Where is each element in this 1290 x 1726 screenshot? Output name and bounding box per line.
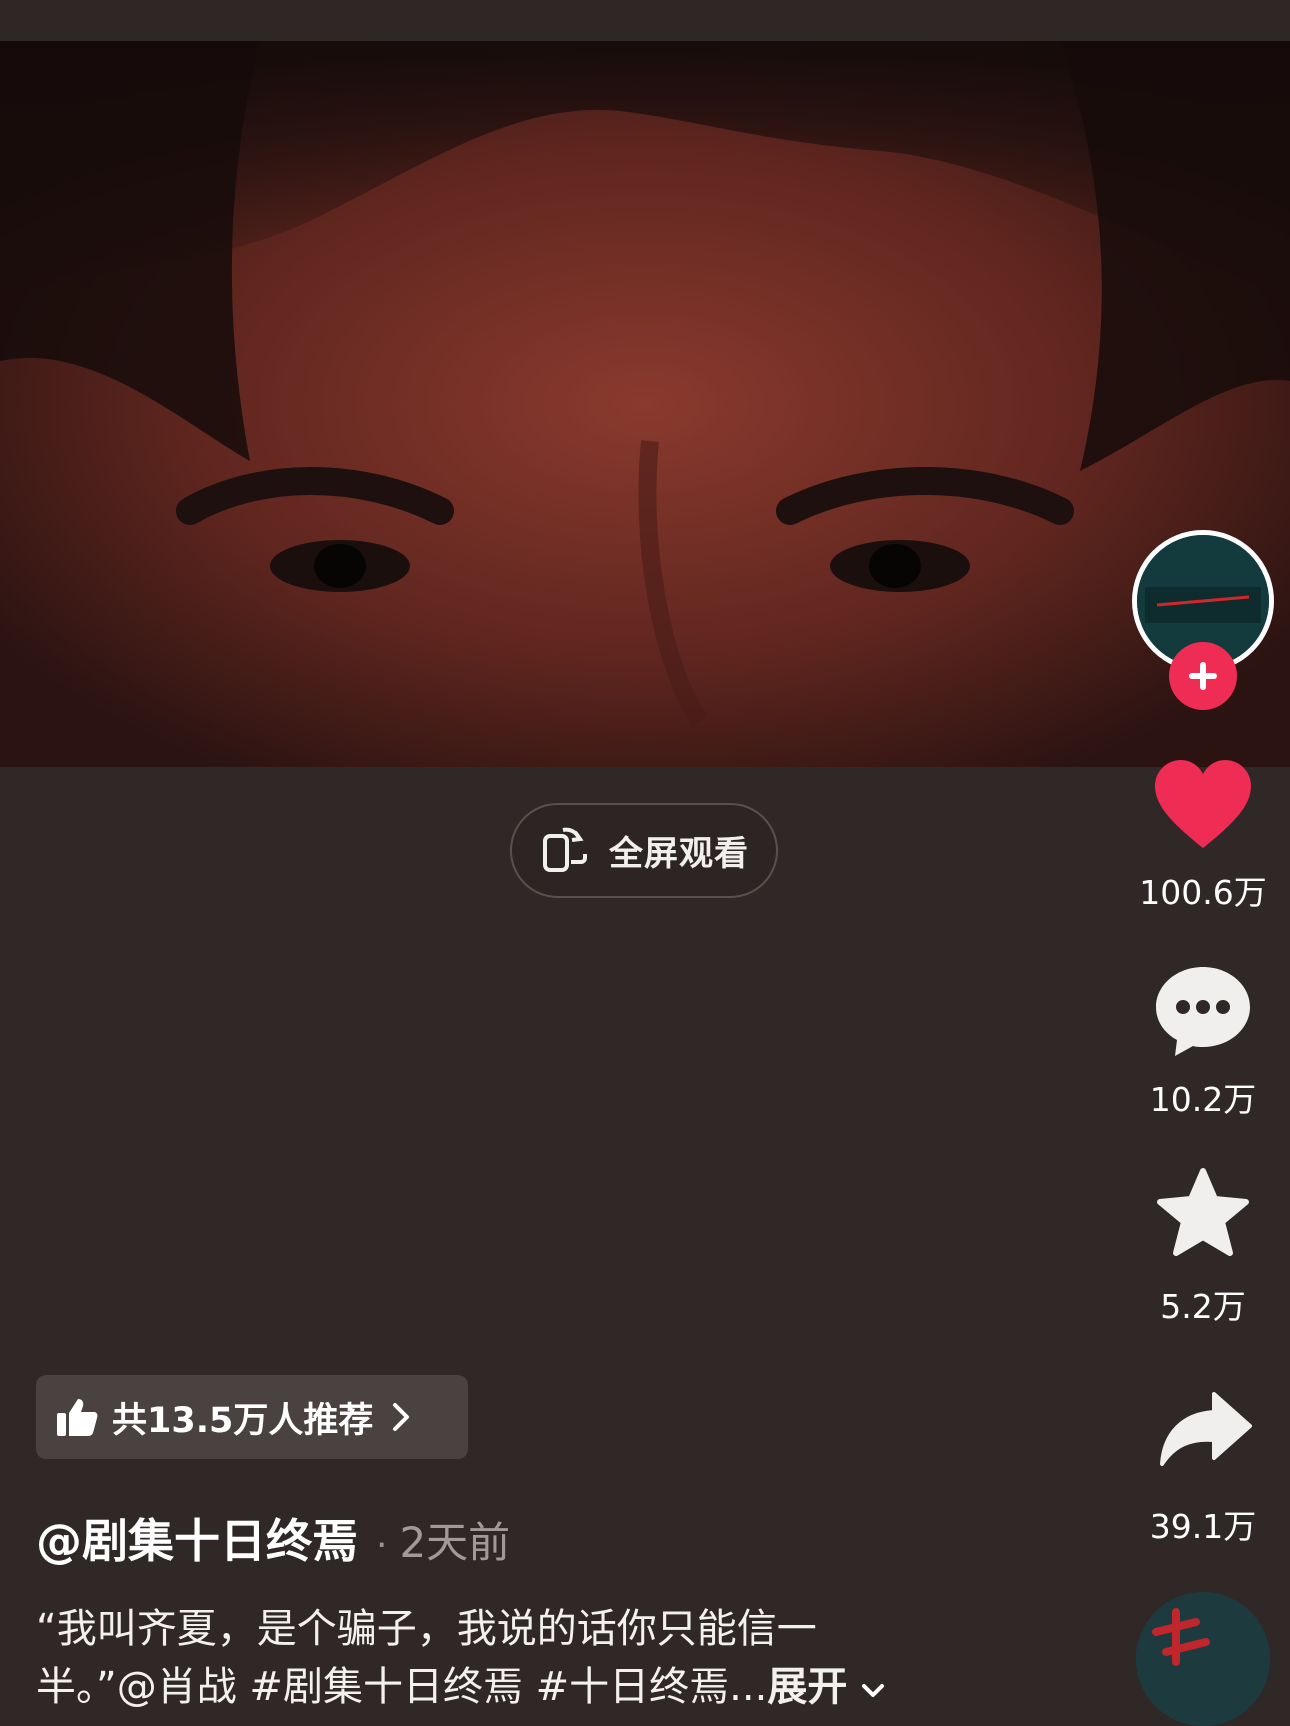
description-line-1: “我叫齐夏，是个骗子，我说的话你只能信一: [36, 1606, 817, 1652]
comment-bubble-icon[interactable]: [1153, 963, 1253, 1059]
recommend-label: 共13.5万人推荐: [112, 1400, 374, 1441]
status-bar-area: [0, 0, 1290, 41]
separator-dot: ·: [376, 1525, 388, 1566]
description-line-2-text: 半。”@肖战 #剧集十日终焉 #十日终焉...: [36, 1664, 768, 1710]
description-line-2: 半。”@肖战 #剧集十日终焉 #十日终焉...展开: [36, 1658, 1016, 1716]
rotate-phone-icon: [543, 827, 587, 872]
next-video-avatar-art: [1136, 1592, 1270, 1726]
like-count: 100.6万: [1139, 873, 1267, 912]
follow-button[interactable]: [1169, 642, 1237, 710]
expand-button[interactable]: 展开: [767, 1664, 847, 1710]
share-arrow-icon[interactable]: [1158, 1390, 1252, 1468]
video-player[interactable]: [0, 41, 1290, 767]
next-video-avatar[interactable]: [1136, 1592, 1270, 1726]
post-time: 2天前: [399, 1518, 511, 1567]
star-icon[interactable]: [1155, 1167, 1251, 1259]
thumbs-up-icon: [57, 1399, 98, 1436]
share-count: 39.1万: [1149, 1507, 1257, 1546]
fullscreen-button[interactable]: 全屏观看: [510, 803, 778, 898]
comment-count: 10.2万: [1149, 1080, 1257, 1119]
fullscreen-label: 全屏观看: [609, 834, 749, 874]
favorite-count: 5.2万: [1160, 1287, 1246, 1326]
heart-icon[interactable]: [1153, 758, 1253, 850]
recommend-bar[interactable]: 共13.5万人推荐: [36, 1375, 468, 1459]
plus-icon: [1189, 662, 1217, 690]
chevron-down-icon: [862, 1684, 885, 1697]
video-frame-art: [0, 41, 1290, 767]
chevron-right-icon: [393, 1403, 410, 1431]
author-line: @剧集十日终焉 · 2天前: [36, 1505, 510, 1568]
author-handle[interactable]: @剧集十日终焉: [36, 1505, 358, 1571]
post-description[interactable]: “我叫齐夏，是个骗子，我说的话你只能信一 半。”@肖战 #剧集十日终焉 #十日终…: [36, 1600, 1016, 1716]
